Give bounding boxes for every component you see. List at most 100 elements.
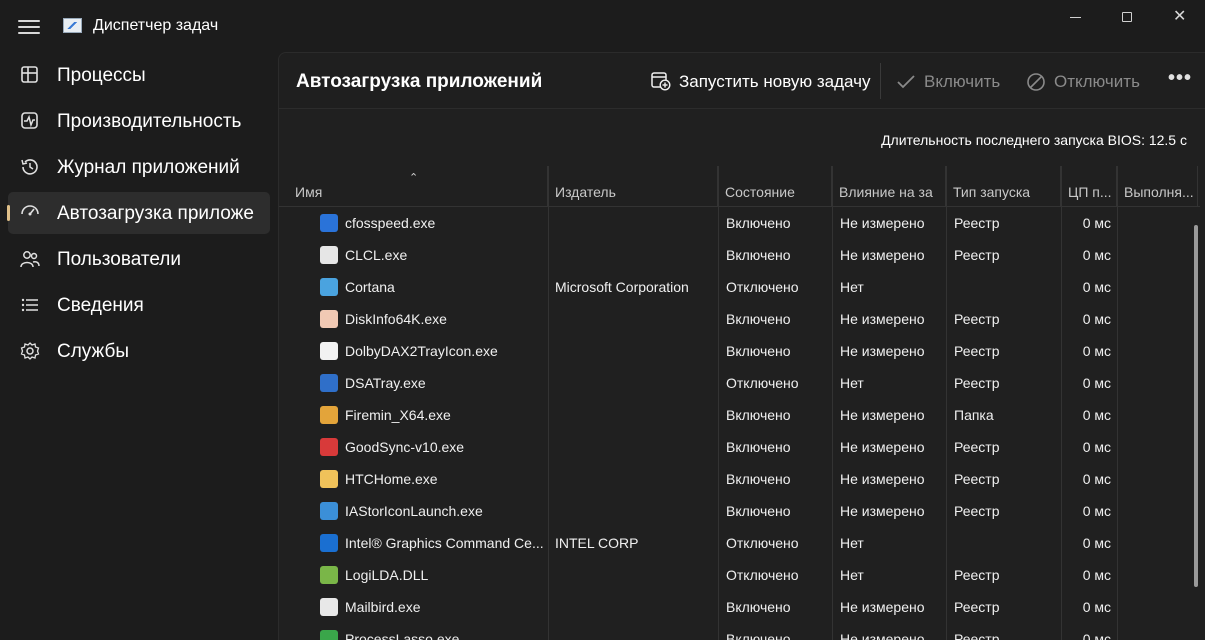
column-header-publisher[interactable]: Издатель xyxy=(548,166,718,207)
cell-publisher: INTEL CORP xyxy=(555,535,639,551)
table-row[interactable]: Firemin_X64.exe Включено Не измерено Пап… xyxy=(279,399,1200,431)
users-icon xyxy=(20,251,40,268)
column-header-state[interactable]: Состояние xyxy=(718,166,832,207)
app-icon xyxy=(320,566,338,584)
cell-name: Intel® Graphics Command Ce... xyxy=(345,535,543,551)
cell-state: Отключено xyxy=(726,279,799,295)
cell-name: CLCL.exe xyxy=(345,247,408,263)
app-icon xyxy=(320,598,338,616)
table-row[interactable]: GoodSync-v10.exe Включено Не измерено Ре… xyxy=(279,431,1200,463)
column-header-impact[interactable]: Влияние на за xyxy=(832,166,946,207)
table-row[interactable]: IAStorIconLaunch.exe Включено Не измерен… xyxy=(279,495,1200,527)
cell-cpu: 0 мс xyxy=(1082,407,1111,423)
cell-startup-type: Реестр xyxy=(954,631,1000,640)
cell-state: Включено xyxy=(726,407,791,423)
cell-startup-type: Реестр xyxy=(954,343,1000,359)
disable-label: Отключить xyxy=(1054,72,1140,91)
scrollbar-thumb[interactable] xyxy=(1194,225,1198,587)
sidebar-item-users[interactable]: Пользователи xyxy=(8,238,270,280)
column-header-name[interactable]: ⌃ Имя xyxy=(288,166,548,207)
maximize-button[interactable] xyxy=(1108,6,1148,30)
app-icon xyxy=(320,278,338,296)
main-panel: Автозагрузка приложений Запустить новую … xyxy=(278,52,1205,640)
cell-name: HTCHome.exe xyxy=(345,471,438,487)
cell-startup-type: Реестр xyxy=(954,439,1000,455)
window-title: Диспетчер задач xyxy=(93,17,219,34)
cell-state: Отключено xyxy=(726,567,799,583)
cell-cpu: 0 мс xyxy=(1082,567,1111,583)
close-button[interactable]: ✕ xyxy=(1160,6,1200,30)
cell-impact: Не измерено xyxy=(840,215,925,231)
table-row[interactable]: CLCL.exe Включено Не измерено Реестр 0 м… xyxy=(279,239,1200,271)
sidebar-item-services[interactable]: Службы xyxy=(8,330,270,372)
table-row[interactable]: cfosspeed.exe Включено Не измерено Реест… xyxy=(279,207,1200,239)
more-options-icon[interactable]: ••• xyxy=(1168,67,1192,95)
table-row[interactable]: DolbyDAX2TrayIcon.exe Включено Не измере… xyxy=(279,335,1200,367)
cell-cpu: 0 мс xyxy=(1082,471,1111,487)
main-header: Автозагрузка приложений Запустить новую … xyxy=(279,53,1205,109)
column-header-running[interactable]: Выполня... xyxy=(1117,166,1198,207)
table-row[interactable]: Mailbird.exe Включено Не измерено Реестр… xyxy=(279,591,1200,623)
sidebar-item-label: Службы xyxy=(57,341,129,362)
cell-state: Включено xyxy=(726,215,791,231)
table-row[interactable]: HTCHome.exe Включено Не измерено Реестр … xyxy=(279,463,1200,495)
cell-impact: Не измерено xyxy=(840,247,925,263)
cell-impact: Не измерено xyxy=(840,343,925,359)
hamburger-menu-icon[interactable] xyxy=(18,17,40,37)
cell-startup-type: Реестр xyxy=(954,503,1000,519)
cell-name: IAStorIconLaunch.exe xyxy=(345,503,483,519)
sidebar-item-startup-apps[interactable]: Автозагрузка приложе xyxy=(7,192,270,234)
sidebar-item-performance[interactable]: Производительность xyxy=(8,100,270,142)
table-row[interactable]: DSATray.exe Отключено Нет Реестр 0 мс xyxy=(279,367,1200,399)
table-row[interactable]: DiskInfo64K.exe Включено Не измерено Рее… xyxy=(279,303,1200,335)
app-icon xyxy=(320,342,338,360)
cell-cpu: 0 мс xyxy=(1082,631,1111,640)
sidebar-item-processes[interactable]: Процессы xyxy=(8,54,270,96)
details-icon xyxy=(21,298,38,312)
column-header-cpu[interactable]: ЦП п... xyxy=(1061,166,1117,207)
app-icon xyxy=(320,502,338,520)
table-row[interactable]: Cortana Microsoft Corporation Отключено … xyxy=(279,271,1200,303)
cell-impact: Не измерено xyxy=(840,471,925,487)
cell-startup-type: Реестр xyxy=(954,311,1000,327)
table-row[interactable]: LogiLDA.DLL Отключено Нет Реестр 0 мс xyxy=(279,559,1200,591)
sidebar-item-details[interactable]: Сведения xyxy=(8,284,270,326)
performance-icon xyxy=(21,112,38,129)
task-manager-app-icon xyxy=(63,18,82,33)
cell-cpu: 0 мс xyxy=(1082,215,1111,231)
cell-impact: Не измерено xyxy=(840,631,925,640)
cell-name: Firemin_X64.exe xyxy=(345,407,451,423)
cell-cpu: 0 мс xyxy=(1082,535,1111,551)
cell-state: Отключено xyxy=(726,535,799,551)
cell-state: Включено xyxy=(726,599,791,615)
cell-cpu: 0 мс xyxy=(1082,279,1111,295)
cell-impact: Не измерено xyxy=(840,439,925,455)
app-icon xyxy=(320,534,338,552)
app-icon xyxy=(320,374,338,392)
bios-time-label: Длительность последнего запуска BIOS: 12… xyxy=(881,132,1187,148)
sidebar-item-app-history[interactable]: Журнал приложений xyxy=(8,146,270,188)
vertical-scrollbar[interactable] xyxy=(1192,225,1200,640)
cell-startup-type: Реестр xyxy=(954,471,1000,487)
sidebar-item-label: Журнал приложений xyxy=(57,157,240,178)
cell-name: DolbyDAX2TrayIcon.exe xyxy=(345,343,498,359)
services-icon xyxy=(20,342,40,360)
cell-startup-type: Реестр xyxy=(954,567,1000,583)
cell-state: Отключено xyxy=(726,375,799,391)
startup-apps-table: cfosspeed.exe Включено Не измерено Реест… xyxy=(279,207,1200,640)
table-row[interactable]: Intel® Graphics Command Ce... INTEL CORP… xyxy=(279,527,1200,559)
cell-state: Включено xyxy=(726,439,791,455)
app-icon xyxy=(320,246,338,264)
cell-cpu: 0 мс xyxy=(1082,247,1111,263)
column-header-startup-type[interactable]: Тип запуска xyxy=(946,166,1061,207)
cell-name: ProcessLasso.exe xyxy=(345,631,460,640)
cell-startup-type: Реестр xyxy=(954,247,1000,263)
sort-ascending-icon: ⌃ xyxy=(409,172,419,184)
cell-impact: Нет xyxy=(840,375,864,391)
cell-name: cfosspeed.exe xyxy=(345,215,436,231)
cell-cpu: 0 мс xyxy=(1082,503,1111,519)
column-header-label: Выполня... xyxy=(1124,184,1194,200)
minimize-button[interactable] xyxy=(1056,6,1096,30)
app-history-icon xyxy=(21,159,38,175)
table-row[interactable]: ProcessLasso.exe Включено Не измерено Ре… xyxy=(279,623,1200,640)
